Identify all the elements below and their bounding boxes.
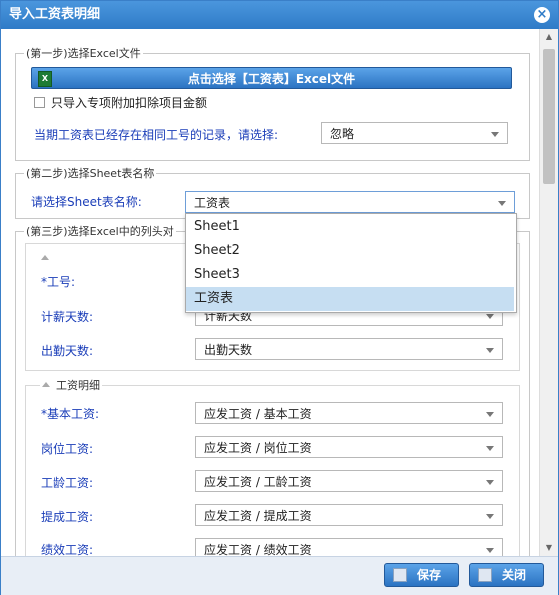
chevron-down-icon bbox=[486, 446, 494, 451]
sheet-name-label: 请选择Sheet表名称: bbox=[31, 195, 142, 209]
step2-legend: (第二步)选择Sheet表名称 bbox=[26, 167, 155, 180]
close-button[interactable]: 关闭 bbox=[469, 563, 544, 587]
chevron-down-icon bbox=[486, 514, 494, 519]
sheet-option[interactable]: Sheet1 bbox=[186, 215, 514, 239]
step1-legend: (第一步)选择Excel文件 bbox=[26, 47, 141, 60]
chevron-down-icon bbox=[486, 348, 494, 353]
field-select-base-salary[interactable]: 应发工资 / 基本工资 bbox=[195, 402, 503, 424]
dialog-content: (第一步)选择Excel文件 X 点击选择【工资表】Excel文件 只导入专项附… bbox=[1, 29, 539, 556]
field-label-attendance-days: 出勤天数: bbox=[41, 344, 94, 358]
select-excel-file-button[interactable]: X 点击选择【工资表】Excel文件 bbox=[31, 67, 512, 89]
save-button[interactable]: 保存 bbox=[384, 563, 459, 587]
chevron-down-icon bbox=[491, 132, 499, 137]
field-select-performance-salary[interactable]: 应发工资 / 绩效工资 bbox=[195, 538, 503, 556]
trash-icon bbox=[478, 568, 492, 582]
sheet-option-selected[interactable]: 工资表 bbox=[186, 287, 514, 311]
sheet-name-select[interactable]: 工资表 bbox=[185, 191, 515, 213]
import-salary-dialog: 导入工资表明细 × (第一步)选择Excel文件 X 点击选择【工资表】Exce… bbox=[0, 0, 559, 595]
chevron-down-icon bbox=[486, 412, 494, 417]
field-label-performance-salary: 绩效工资: bbox=[41, 543, 94, 556]
field-value-seniority-salary: 应发工资 / 工龄工资 bbox=[204, 475, 312, 489]
dialog-footer: 保存 关闭 bbox=[1, 556, 558, 595]
only-special-deduction-label: 只导入专项附加扣除项目金额 bbox=[51, 96, 208, 110]
duplicate-action-select[interactable]: 忽略 bbox=[321, 122, 508, 144]
vertical-scrollbar[interactable]: ▲ ▼ bbox=[539, 29, 558, 556]
salary-detail-title: 工资明细 bbox=[56, 379, 100, 392]
save-button-label: 保存 bbox=[417, 568, 442, 582]
scroll-down-icon[interactable]: ▼ bbox=[540, 540, 558, 556]
field-label-employee-id: *工号: bbox=[41, 275, 76, 289]
field-value-commission-salary: 应发工资 / 提成工资 bbox=[204, 509, 312, 523]
chevron-down-icon bbox=[486, 480, 494, 485]
field-select-commission-salary[interactable]: 应发工资 / 提成工资 bbox=[195, 504, 503, 526]
field-value-performance-salary: 应发工资 / 绩效工资 bbox=[204, 543, 312, 556]
chevron-down-icon bbox=[486, 548, 494, 553]
collapse-toggle-icon[interactable] bbox=[41, 255, 49, 260]
close-button-label: 关闭 bbox=[502, 568, 527, 582]
field-value-post-salary: 应发工资 / 岗位工资 bbox=[204, 441, 312, 455]
field-label-commission-salary: 提成工资: bbox=[41, 510, 94, 524]
collapse-toggle-icon[interactable] bbox=[42, 382, 50, 387]
excel-file-icon: X bbox=[38, 71, 52, 87]
chevron-down-icon bbox=[486, 314, 494, 319]
salary-detail-legend: 工资明细 bbox=[40, 377, 102, 393]
only-special-deduction-checkbox[interactable] bbox=[34, 97, 45, 108]
sheet-name-dropdown-list: Sheet1 Sheet2 Sheet3 工资表 bbox=[185, 213, 517, 313]
step3-legend: (第三步)选择Excel中的列头对 bbox=[26, 225, 174, 238]
sheet-name-value: 工资表 bbox=[194, 196, 231, 210]
field-label-base-salary: *基本工资: bbox=[41, 407, 100, 421]
duplicate-record-label: 当期工资表已经存在相同工号的记录，请选择: bbox=[34, 128, 279, 142]
dialog-title: 导入工资表明细 bbox=[9, 7, 101, 22]
dialog-titlebar: 导入工资表明细 × bbox=[1, 1, 558, 29]
close-icon[interactable]: × bbox=[534, 7, 550, 23]
field-label-post-salary: 岗位工资: bbox=[41, 442, 94, 456]
chevron-down-icon bbox=[498, 201, 506, 206]
field-value-attendance-days: 出勤天数 bbox=[204, 343, 253, 357]
save-icon bbox=[393, 568, 407, 582]
select-excel-file-label: 点击选择【工资表】Excel文件 bbox=[187, 72, 356, 86]
scroll-up-icon[interactable]: ▲ bbox=[540, 29, 558, 45]
field-select-attendance-days[interactable]: 出勤天数 bbox=[195, 338, 503, 360]
duplicate-action-value: 忽略 bbox=[330, 127, 355, 141]
sheet-option[interactable]: Sheet2 bbox=[186, 239, 514, 263]
field-select-post-salary[interactable]: 应发工资 / 岗位工资 bbox=[195, 436, 503, 458]
field-label-seniority-salary: 工龄工资: bbox=[41, 476, 94, 490]
scrollbar-thumb[interactable] bbox=[543, 49, 555, 184]
field-label-pay-days: 计薪天数: bbox=[41, 310, 94, 324]
field-value-base-salary: 应发工资 / 基本工资 bbox=[204, 407, 312, 421]
field-select-seniority-salary[interactable]: 应发工资 / 工龄工资 bbox=[195, 470, 503, 492]
sheet-option[interactable]: Sheet3 bbox=[186, 263, 514, 287]
